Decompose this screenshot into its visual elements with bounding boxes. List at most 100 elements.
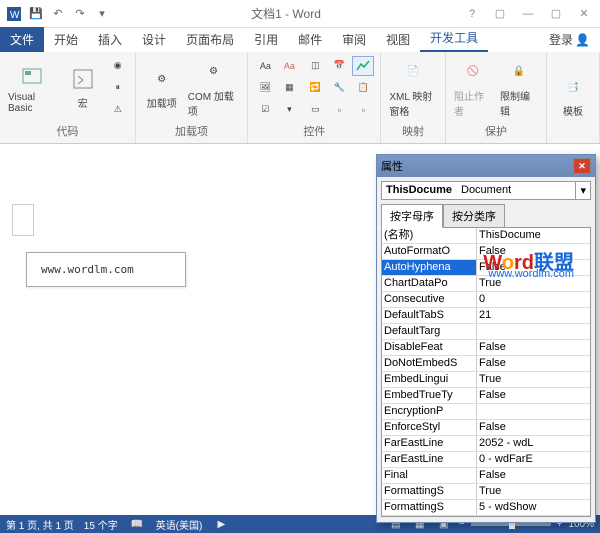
- maximize-icon[interactable]: ▢: [544, 4, 568, 24]
- property-row[interactable]: FinalFalse: [382, 468, 590, 484]
- properties-tabs: 按字母序 按分类序: [381, 204, 591, 228]
- tab-home[interactable]: 开始: [44, 27, 88, 52]
- templates-button[interactable]: 📑模板: [553, 71, 593, 120]
- checkbox-control[interactable]: ☑: [254, 100, 276, 120]
- ribbon: Visual Basic 宏 ◉ ⏸ ⚠ 代码 ⚙加载项 ⚙COM 加载项 加载…: [0, 52, 600, 144]
- property-row[interactable]: FarEastLine2052 - wdL: [382, 436, 590, 452]
- record-macro-icon[interactable]: ◉: [107, 56, 129, 76]
- macro-record-icon[interactable]: ▶: [212, 517, 230, 531]
- properties-titlebar[interactable]: 属性 ✕: [377, 155, 595, 177]
- titlebar: W 💾 ↶ ↷ ▾ 文档1 - Word ? ▢ — ▢ ✕: [0, 0, 600, 28]
- word-count[interactable]: 15 个字: [84, 517, 118, 532]
- addins-button[interactable]: ⚙加载项: [142, 63, 182, 112]
- picture-control[interactable]: 🖼: [254, 78, 276, 98]
- properties-window: 属性 ✕ ThisDocume Document ▾ 按字母序 按分类序 (名称…: [376, 154, 596, 523]
- date-control[interactable]: 📅: [328, 56, 350, 76]
- combo-control[interactable]: ▾: [278, 100, 300, 120]
- group-protect: 🚫阻止作者 🔒限制编辑 保护: [446, 52, 547, 143]
- ribbon-tabs: 文件 开始 插入 设计 页面布局 引用 邮件 审阅 视图 开发工具 登录👤: [0, 28, 600, 52]
- group-control[interactable]: ▭: [304, 100, 326, 120]
- page-info[interactable]: 第 1 页, 共 1 页: [6, 517, 74, 532]
- property-row[interactable]: ChartDataPoTrue: [382, 276, 590, 292]
- property-row[interactable]: AutoFormatOFalse: [382, 244, 590, 260]
- property-row[interactable]: DisableFeatFalse: [382, 340, 590, 356]
- legacy-tools[interactable]: 🔧: [328, 78, 350, 98]
- chevron-down-icon[interactable]: ▾: [575, 182, 590, 199]
- group-addins: ⚙加载项 ⚙COM 加载项 加载项: [136, 52, 249, 143]
- property-row[interactable]: DoNotEmbedSFalse: [382, 356, 590, 372]
- tab-review[interactable]: 审阅: [332, 27, 376, 52]
- tab-references[interactable]: 引用: [244, 27, 288, 52]
- group-code: Visual Basic 宏 ◉ ⏸ ⚠ 代码: [0, 52, 136, 143]
- macro-security-icon[interactable]: ⚠: [107, 100, 129, 120]
- tab-developer[interactable]: 开发工具: [420, 25, 488, 52]
- group-templates: 📑模板: [547, 52, 600, 143]
- design-mode-button[interactable]: [352, 56, 374, 76]
- dropdown-control[interactable]: ◫: [304, 56, 326, 76]
- property-row[interactable]: FormattingS5 - wdShow: [382, 500, 590, 516]
- login-link[interactable]: 登录👤: [539, 27, 600, 52]
- pause-macro-icon[interactable]: ⏸: [107, 78, 129, 98]
- repeating-control[interactable]: 🔁: [304, 78, 326, 98]
- property-row[interactable]: EnforceStylFalse: [382, 420, 590, 436]
- property-row[interactable]: FarEastLine0 - wdFarE: [382, 452, 590, 468]
- object-selector[interactable]: ThisDocume Document ▾: [381, 181, 591, 200]
- control-x1[interactable]: ▫: [328, 100, 350, 120]
- tab-view[interactable]: 视图: [376, 27, 420, 52]
- property-row[interactable]: EncryptionP: [382, 404, 590, 420]
- document-text-box[interactable]: www.wordlm.com: [26, 252, 186, 287]
- com-addins-button[interactable]: ⚙COM 加载项: [186, 56, 242, 120]
- property-row[interactable]: DefaultTarg: [382, 324, 590, 340]
- spell-check-icon[interactable]: 📖: [128, 517, 146, 531]
- user-icon: 👤: [575, 33, 590, 47]
- property-row[interactable]: EmbedLinguiTrue: [382, 372, 590, 388]
- bookmark-marker: [12, 204, 34, 236]
- properties-list[interactable]: (名称)ThisDocumeAutoFormatOFalseAutoHyphen…: [381, 227, 591, 517]
- com-addin-icon: ⚙: [200, 58, 228, 86]
- macros-button[interactable]: 宏: [63, 63, 103, 112]
- tab-insert[interactable]: 插入: [88, 27, 132, 52]
- tab-alphabetic[interactable]: 按字母序: [381, 204, 443, 228]
- block-icon: 🚫: [459, 58, 487, 86]
- xml-mapping-button[interactable]: 📄XML 映射窗格: [387, 56, 439, 120]
- property-row[interactable]: AutoHyphenaFalse: [382, 260, 590, 276]
- undo-icon[interactable]: ↶: [48, 4, 68, 24]
- properties-close-button[interactable]: ✕: [573, 158, 591, 174]
- building-block-control[interactable]: ▦: [278, 78, 300, 98]
- tab-layout[interactable]: 页面布局: [176, 27, 244, 52]
- tab-mailings[interactable]: 邮件: [288, 27, 332, 52]
- block-authors-button[interactable]: 🚫阻止作者: [452, 56, 494, 120]
- tab-file[interactable]: 文件: [0, 27, 44, 52]
- restrict-editing-button[interactable]: 🔒限制编辑: [498, 56, 540, 120]
- xml-icon: 📄: [399, 58, 427, 86]
- window-title: 文档1 - Word: [112, 5, 460, 22]
- tab-design[interactable]: 设计: [132, 27, 176, 52]
- property-row[interactable]: FormattingSTrue: [382, 484, 590, 500]
- language-info[interactable]: 英语(美国): [156, 517, 203, 532]
- property-row[interactable]: FormattingSTrue: [382, 516, 590, 517]
- plain-text-control[interactable]: Aa: [278, 56, 300, 76]
- minimize-icon[interactable]: —: [516, 4, 540, 24]
- save-icon[interactable]: 💾: [26, 4, 46, 24]
- window-controls: ? ▢ — ▢ ✕: [460, 4, 596, 24]
- visual-basic-button[interactable]: Visual Basic: [6, 60, 59, 116]
- quick-access-toolbar: W 💾 ↶ ↷ ▾: [4, 4, 112, 24]
- rich-text-control[interactable]: Aa: [254, 56, 276, 76]
- control-x2[interactable]: ▫: [352, 100, 374, 120]
- addin-icon: ⚙: [148, 65, 176, 93]
- property-row[interactable]: Consecutive0: [382, 292, 590, 308]
- tab-categorized[interactable]: 按分类序: [443, 204, 505, 228]
- property-row[interactable]: EmbedTrueTyFalse: [382, 388, 590, 404]
- help-icon[interactable]: ?: [460, 4, 484, 24]
- property-row[interactable]: DefaultTabS21: [382, 308, 590, 324]
- redo-icon[interactable]: ↷: [70, 4, 90, 24]
- vb-icon: [18, 62, 46, 90]
- properties-title-text: 属性: [381, 158, 403, 174]
- group-controls: AaAa 🖼▦ ☑▾ ◫📅 🔁🔧📋 ▭▫▫ 控件: [248, 52, 381, 143]
- close-icon[interactable]: ✕: [572, 4, 596, 24]
- qat-customize-icon[interactable]: ▾: [92, 4, 112, 24]
- ribbon-options-icon[interactable]: ▢: [488, 4, 512, 24]
- properties-button[interactable]: 📋: [352, 78, 374, 98]
- lock-icon: 🔒: [505, 58, 533, 86]
- property-row[interactable]: (名称)ThisDocume: [382, 228, 590, 244]
